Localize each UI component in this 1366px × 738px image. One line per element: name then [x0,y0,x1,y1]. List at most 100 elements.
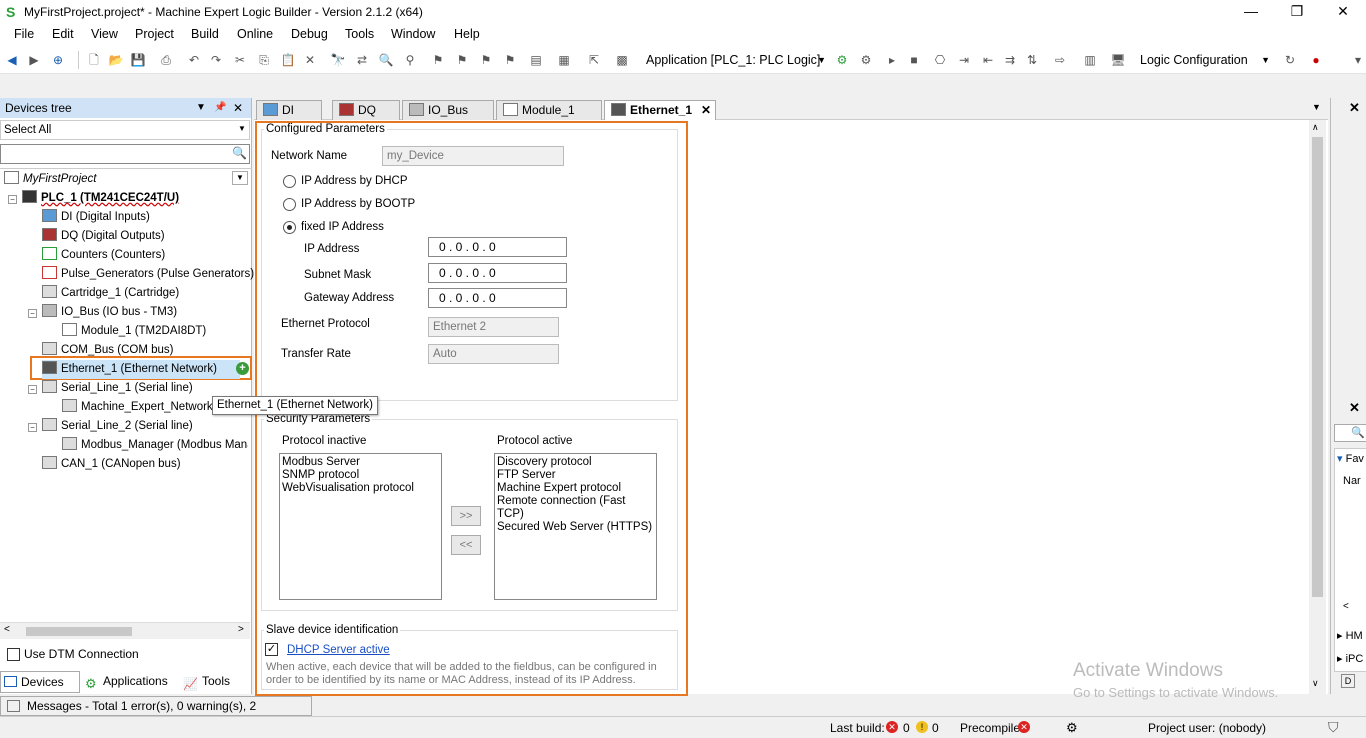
tree-item-cartridge[interactable]: Cartridge_1 (Cartridge) [42,284,179,303]
tab-io-bus[interactable]: IO_Bus [402,100,494,120]
fixed-ip-radio[interactable] [283,221,296,234]
tree-item-io-bus[interactable]: IO_Bus (IO bus - TM3) [42,303,177,322]
replace-icon[interactable]: ⇄ [354,52,370,68]
bookmark-next-icon[interactable]: ⚑ [454,52,470,68]
tree-item-dq[interactable]: DQ (Digital Outputs) [42,227,165,246]
precompile-error-icon[interactable]: ✕ [1018,721,1030,733]
tree-item-plc[interactable]: PLC_1 (TM241CEC24T/U) [22,189,179,208]
tree-item-modbus-manager[interactable]: Modbus_Manager (Modbus Manag [62,436,248,455]
tab-devices-tree[interactable]: Devices t... [0,671,80,709]
list-item[interactable]: Discovery protocol [497,456,654,469]
tab-applications-tree[interactable]: ⚙ Applications t... [81,671,179,708]
bookmark-search-icon[interactable]: ⚲ [402,52,418,68]
print-icon[interactable]: ⎙ [158,52,174,68]
transfer-rate-field[interactable]: Auto [428,344,559,364]
close-window-button[interactable]: ✕ [1320,0,1366,24]
ip-address-field[interactable]: 0 . 0 . 0 . 0 [428,237,567,257]
bookmark-clear-icon[interactable]: ⚑ [502,52,518,68]
tab-tools-tree[interactable]: 📈 Tools tree [180,671,252,708]
scrollbar-thumb[interactable] [26,627,132,636]
list-item[interactable]: FTP Server [497,469,654,482]
close-panel-icon[interactable]: ✕ [1349,100,1360,116]
login-icon[interactable]: ⚙ [834,52,850,68]
step-over-icon[interactable]: ⇥ [956,52,972,68]
tab-ethernet-1[interactable]: Ethernet_1 ✕ [604,100,716,120]
remove-protocol-button[interactable]: << [451,535,481,555]
redo-icon[interactable]: ↷ [208,52,224,68]
add-device-icon[interactable]: + [236,362,249,375]
menu-build[interactable]: Build [191,27,219,41]
copy-icon[interactable]: ⎘ [256,52,272,68]
menu-window[interactable]: Window [391,27,435,41]
find-icon[interactable]: 🔭 [330,52,346,68]
dock-d-button[interactable]: D [1341,674,1355,688]
menu-file[interactable]: File [14,27,34,41]
dhcp-server-label[interactable]: DHCP Server active [287,644,390,656]
dhcp-radio[interactable] [283,175,296,188]
stop-icon[interactable]: ■ [906,52,922,68]
tab-list-dropdown-icon[interactable]: ▼ [1312,102,1321,112]
library-icon[interactable]: ▩ [614,52,630,68]
tab-di[interactable]: DI [256,100,322,120]
bookmark-icon[interactable]: ⚑ [430,52,446,68]
open-project-icon[interactable]: 📂 [108,52,124,68]
search-icon[interactable]: 🔍 [232,146,247,160]
close-tab-icon[interactable]: ✕ [701,101,711,119]
shield-icon[interactable]: ⛉ [1328,719,1339,736]
run-icon[interactable]: ▸ [884,52,900,68]
forward-icon[interactable]: ▶ [26,52,42,68]
menu-debug[interactable]: Debug [291,27,328,41]
ethernet-protocol-field[interactable]: Ethernet 2 [428,317,559,337]
export-icon[interactable]: ⇱ [586,52,602,68]
delete-icon[interactable]: ✕ [302,52,318,68]
subnet-mask-field[interactable]: 0 . 0 . 0 . 0 [428,263,567,283]
tree-horizontal-scrollbar[interactable]: < > [0,622,250,639]
grid-icon[interactable]: ▦ [556,52,572,68]
refresh-icon[interactable]: ↻ [1282,52,1298,68]
messages-tab[interactable]: Messages - Total 1 error(s), 0 warning(s… [0,696,312,731]
close-panel-icon[interactable]: ✕ [1349,400,1360,416]
list-item[interactable]: Remote connection (Fast TCP) [497,495,654,521]
dropdown-icon[interactable]: ▼ [196,98,206,118]
dhcp-server-checkbox[interactable]: ✓ [265,643,278,656]
scroll-left-icon[interactable]: < [1343,601,1349,612]
find-in-project-icon[interactable]: 🔍 [378,52,394,68]
list-item[interactable]: Modbus Server [282,456,439,469]
message-window-icon[interactable]: ▤ [528,52,544,68]
tree-item-ethernet-1[interactable]: Ethernet_1 (Ethernet Network) [42,360,240,379]
minimize-button[interactable]: — [1228,0,1274,24]
back-icon[interactable]: ◀ [4,52,20,68]
tree-item-counters[interactable]: Counters (Counters) [42,246,165,265]
scrollbar-thumb[interactable] [1312,137,1323,597]
scroll-down-icon[interactable]: ∨ [1312,678,1319,689]
undo-icon[interactable]: ↶ [186,52,202,68]
collapse-toggle-icon[interactable]: − [28,385,37,394]
step-into-icon[interactable]: ⇤ [980,52,996,68]
forward-arrow-icon[interactable]: ⇨ [1052,52,1068,68]
protocol-inactive-list[interactable]: Modbus Server SNMP protocol WebVisualisa… [279,453,442,600]
compile-icon[interactable]: ▥ [1082,52,1098,68]
monitor-icon[interactable]: 🖥 [1110,52,1126,68]
logout-icon[interactable]: ⚙ [858,52,874,68]
collapse-toggle-icon[interactable]: − [8,195,17,204]
tree-item-project[interactable]: MyFirstProject [4,170,96,189]
list-item[interactable]: SNMP protocol [282,469,439,482]
add-protocol-button[interactable]: >> [451,506,481,526]
list-item[interactable]: WebVisualisation protocol [282,482,439,495]
tab-dq[interactable]: DQ [332,100,400,120]
tree-item-module-1[interactable]: Module_1 (TM2DAI8DT) [62,322,206,341]
use-dtm-checkbox[interactable] [7,648,20,661]
menu-project[interactable]: Project [135,27,174,41]
scroll-right-icon[interactable]: > [238,624,244,635]
tree-item-machine-expert-network[interactable]: Machine_Expert_Network [62,398,213,417]
tab-module-1[interactable]: Module_1 [496,100,602,120]
application-combo[interactable]: Application [PLC_1: PLC Logic] ▼ [642,50,828,70]
collapse-toggle-icon[interactable]: − [28,309,37,318]
tree-options-dropdown[interactable]: ▼ [232,171,248,185]
navigate-dropdown-icon[interactable]: ⊕ [50,52,66,68]
close-panel-icon[interactable]: ✕ [233,98,243,118]
status-alert-icon[interactable]: ● [1308,52,1324,68]
tree-item-serial-line-1[interactable]: Serial_Line_1 (Serial line) [42,379,193,398]
paste-icon[interactable]: 📋 [280,52,296,68]
menu-online[interactable]: Online [237,27,273,41]
